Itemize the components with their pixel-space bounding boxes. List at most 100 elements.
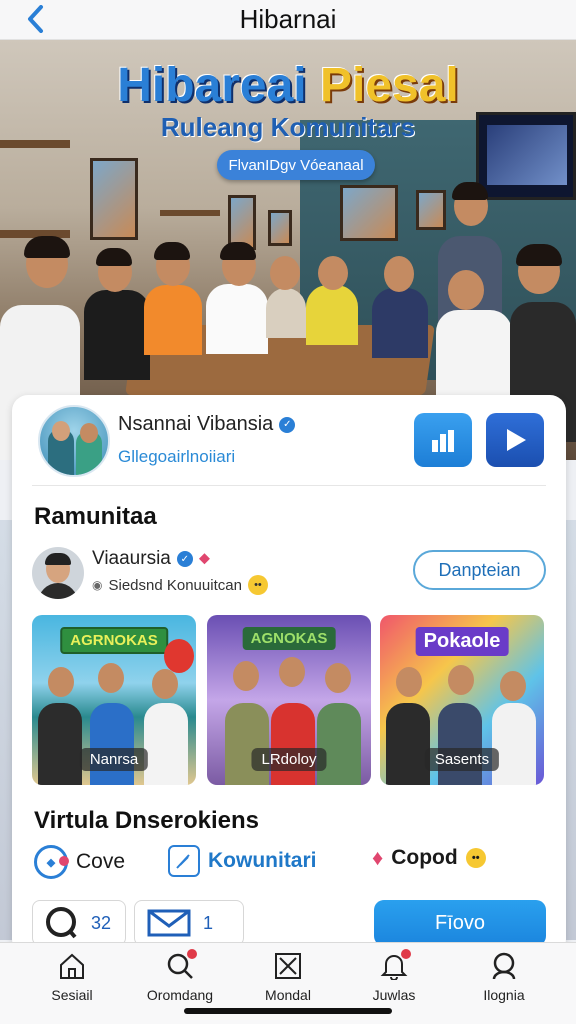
person-hair xyxy=(154,242,190,260)
comment-icon xyxy=(46,907,77,939)
virtual-row: ◆ Cove Kowunitari ♦ Copod •• xyxy=(32,845,552,885)
community-section-title: Ramunitaa xyxy=(34,503,157,530)
thumbnail-label: LRdoloy xyxy=(251,748,327,771)
virtual-item-label: Cove xyxy=(76,850,126,873)
stats-button[interactable] xyxy=(414,413,472,467)
thumbnail-badge: AGNOKAS xyxy=(242,627,336,650)
balloon xyxy=(164,639,194,673)
emoji-icon: •• xyxy=(465,848,486,868)
person xyxy=(225,703,269,785)
person xyxy=(266,288,306,338)
person-hair xyxy=(96,248,132,266)
profile-avatar[interactable] xyxy=(38,405,110,477)
bell-icon xyxy=(379,949,411,981)
thumbnail-badge: Pokaole xyxy=(415,627,509,656)
person-head xyxy=(279,657,305,687)
back-arrow-icon[interactable] xyxy=(20,4,50,34)
user-name: Viaaursia xyxy=(92,548,171,569)
person-head xyxy=(384,256,414,292)
person xyxy=(492,703,536,785)
person-hair xyxy=(452,182,488,200)
virtual-item[interactable]: ◆ Cove xyxy=(34,845,125,879)
profile-name: Nsannai Vibansia xyxy=(118,413,274,435)
person-head xyxy=(396,667,422,697)
virtual-item[interactable]: ♦ Copod •• xyxy=(372,845,486,871)
person xyxy=(90,703,134,785)
person-head xyxy=(270,256,300,290)
nav-item-home[interactable]: Sesiail xyxy=(27,951,117,1003)
profile-handle[interactable]: Gllegoairlnoiiari xyxy=(118,447,235,467)
community-logo-icon: ◆ xyxy=(34,845,69,879)
nav-item-notifications[interactable]: Juwlas xyxy=(349,949,439,1003)
profile-name-row: Nsannai Vibansia ✓ xyxy=(118,413,296,436)
virtual-item[interactable]: Kowunitari xyxy=(168,845,317,877)
person xyxy=(84,290,150,380)
community-card: Nsannai Vibansia ✓ Gllegoairlnoiiari Ram… xyxy=(12,395,566,955)
user-avatar[interactable] xyxy=(32,547,84,599)
person xyxy=(271,703,315,785)
person-hair xyxy=(24,236,70,258)
person-head xyxy=(500,671,526,701)
nav-item-search[interactable]: Oromdang xyxy=(135,949,225,1003)
nav-label: Mondal xyxy=(265,987,311,1003)
person-head xyxy=(325,663,351,693)
person xyxy=(317,703,361,785)
shelf xyxy=(160,210,220,216)
hero-subtitle: Ruleang Komunitars xyxy=(160,112,416,142)
person-head xyxy=(318,256,348,290)
comments-count: 32 xyxy=(91,912,112,933)
person xyxy=(372,288,428,358)
person xyxy=(438,703,482,785)
user-subtitle-row: ◉ Siedsnd Konuuitcan •• xyxy=(92,575,268,595)
person-head xyxy=(98,663,124,693)
virtual-item-label: Copod xyxy=(391,846,458,869)
thumbnail-card[interactable]: AGRNOKAS Nanrsa xyxy=(32,615,196,785)
emoji-icon: •• xyxy=(247,575,268,595)
virtual-item-label: Kowunitari xyxy=(208,849,317,872)
person-hair xyxy=(516,244,562,266)
thumbnail-card[interactable]: Pokaole Sasents xyxy=(380,615,544,785)
community-action-button[interactable]: Danpteian xyxy=(413,550,546,590)
home-indicator[interactable] xyxy=(184,1008,392,1014)
play-icon xyxy=(507,429,526,451)
person xyxy=(144,285,202,355)
messages-count: 1 xyxy=(203,912,214,933)
person-head xyxy=(448,270,484,310)
nav-item-gallery[interactable]: Mondal xyxy=(243,951,333,1003)
top-bar: Hibarnai xyxy=(0,0,576,40)
wall-frame xyxy=(416,190,446,230)
person xyxy=(386,703,430,785)
thumbnail-label: Sasents xyxy=(424,748,500,771)
nav-label: Ilognia xyxy=(483,987,525,1003)
feather-icon xyxy=(168,845,200,877)
nav-label: Sesiail xyxy=(51,987,93,1003)
home-icon xyxy=(57,951,87,981)
comments-button[interactable]: 32 xyxy=(32,900,126,946)
search-icon xyxy=(165,949,197,981)
user-subtitle: Siedsnd Konuuitcan xyxy=(108,576,242,594)
mail-icon xyxy=(147,909,191,937)
wall-frame xyxy=(90,158,138,240)
verified-icon: ✓ xyxy=(176,551,193,567)
hero-chip[interactable]: FlvanIDgv Vóeanaal xyxy=(217,150,375,180)
person xyxy=(206,284,268,354)
messages-button[interactable]: 1 xyxy=(134,900,244,946)
thumbnail-card[interactable]: AGNOKAS LRdoloy xyxy=(207,615,371,785)
gallery-icon xyxy=(273,951,303,981)
info-icon: ◉ xyxy=(92,578,103,592)
play-button[interactable] xyxy=(486,413,544,467)
person xyxy=(306,285,358,345)
person xyxy=(144,703,188,785)
page-title: Hibarnai xyxy=(239,4,337,34)
notification-dot xyxy=(401,949,411,959)
follow-button[interactable]: Fīovo xyxy=(374,900,546,946)
hero-title-part2: Piesal xyxy=(319,59,459,112)
wall-frame xyxy=(268,210,292,246)
user-name-row: Viaaursia ✓ ⬥ xyxy=(92,548,210,570)
person-head xyxy=(233,661,259,691)
hero-title: Hibareai Piesal xyxy=(0,58,576,113)
nav-item-profile[interactable]: Ilognia xyxy=(459,951,549,1003)
thumbnail-badge: AGRNOKAS xyxy=(60,627,168,654)
person-head xyxy=(48,667,74,697)
location-pin-icon: ⬥ xyxy=(198,550,211,567)
